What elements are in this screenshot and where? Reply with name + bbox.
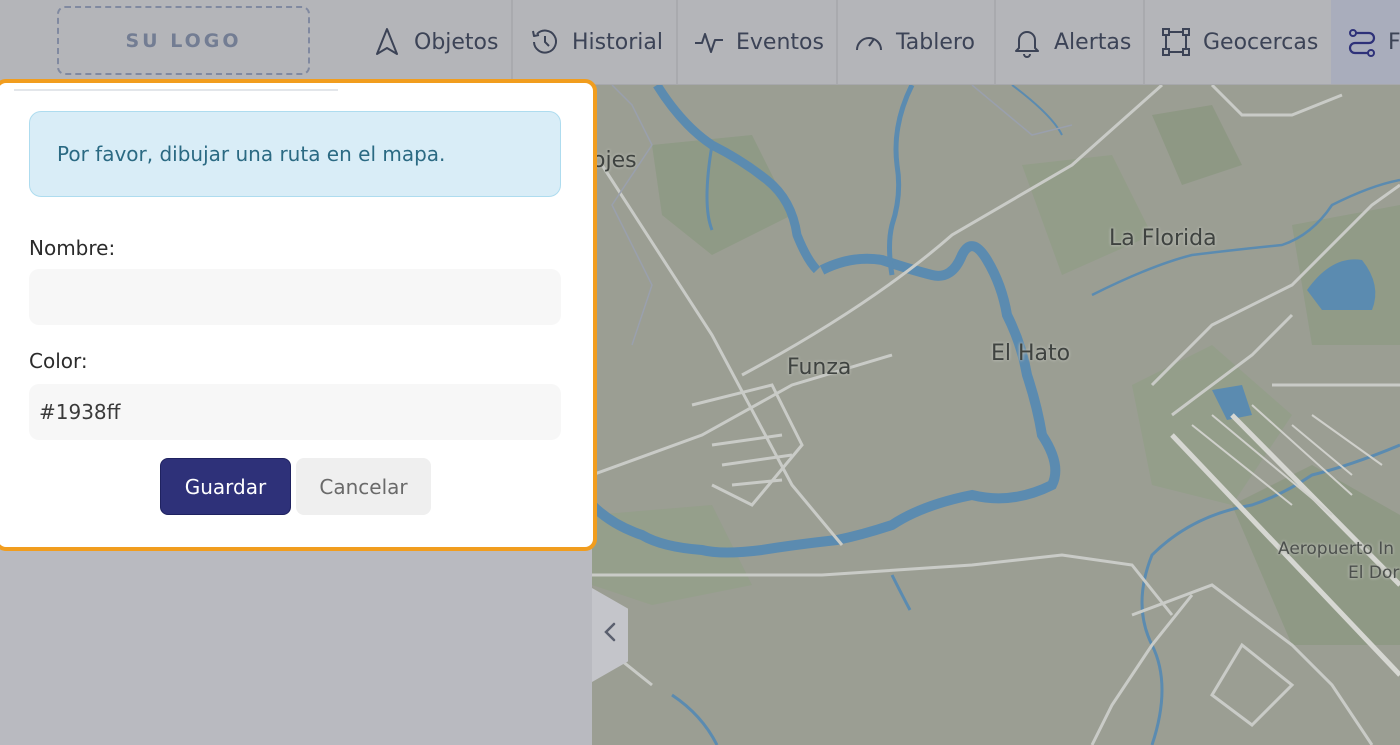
logo-placeholder[interactable]: SU LOGO [57, 6, 310, 75]
tab-label: F [1388, 29, 1400, 55]
tab-objetos[interactable]: Objetos [370, 0, 511, 84]
history-icon [528, 25, 562, 59]
tab-label: Historial [572, 29, 663, 55]
tab-historial[interactable]: Historial [511, 0, 676, 84]
map-label: La Florida [1109, 226, 1217, 251]
tab-label: Objetos [414, 29, 499, 55]
name-input[interactable] [29, 269, 561, 325]
color-label: Color: [29, 349, 88, 373]
route-form-panel: Por favor, dibujar una ruta en el mapa. … [0, 79, 597, 551]
activity-icon [692, 25, 726, 59]
map-label: Aeropuerto In [1278, 539, 1395, 559]
info-alert-text: Por favor, dibujar una ruta en el mapa. [57, 142, 446, 166]
tab-label: Geocercas [1203, 29, 1319, 55]
gauge-icon [852, 25, 886, 59]
map-label: El Dor [1348, 563, 1400, 583]
navigation-arrow-icon [370, 25, 404, 59]
divider [14, 89, 338, 91]
tab-label: Alertas [1054, 29, 1132, 55]
chevron-left-icon [603, 621, 617, 649]
color-input[interactable] [29, 384, 561, 440]
tab-label: Tablero [896, 29, 975, 55]
geofence-icon [1159, 25, 1193, 59]
tab-tablero[interactable]: Tablero [836, 0, 994, 84]
tab-label: Eventos [736, 29, 824, 55]
map-label: ojes [592, 148, 637, 173]
bell-icon [1010, 25, 1044, 59]
cancel-button[interactable]: Cancelar [296, 458, 431, 515]
tab-alertas[interactable]: Alertas [994, 0, 1143, 84]
tab-geocercas[interactable]: Geocercas [1143, 0, 1331, 84]
name-label: Nombre: [29, 236, 116, 260]
map-label: Funza [787, 355, 852, 380]
tab-eventos[interactable]: Eventos [676, 0, 836, 84]
route-icon [1346, 25, 1378, 59]
save-button[interactable]: Guardar [160, 458, 291, 515]
info-alert: Por favor, dibujar una ruta en el mapa. [29, 111, 561, 197]
map-label: El Hato [991, 341, 1071, 366]
top-navigation: SU LOGO Objetos Historial Eventos Tabler… [0, 0, 1400, 85]
map-tiles [592, 85, 1400, 745]
map-view[interactable]: ojes La Florida El Hato Funza Aeropuerto… [592, 85, 1400, 745]
tab-rutas[interactable]: F [1331, 0, 1400, 84]
